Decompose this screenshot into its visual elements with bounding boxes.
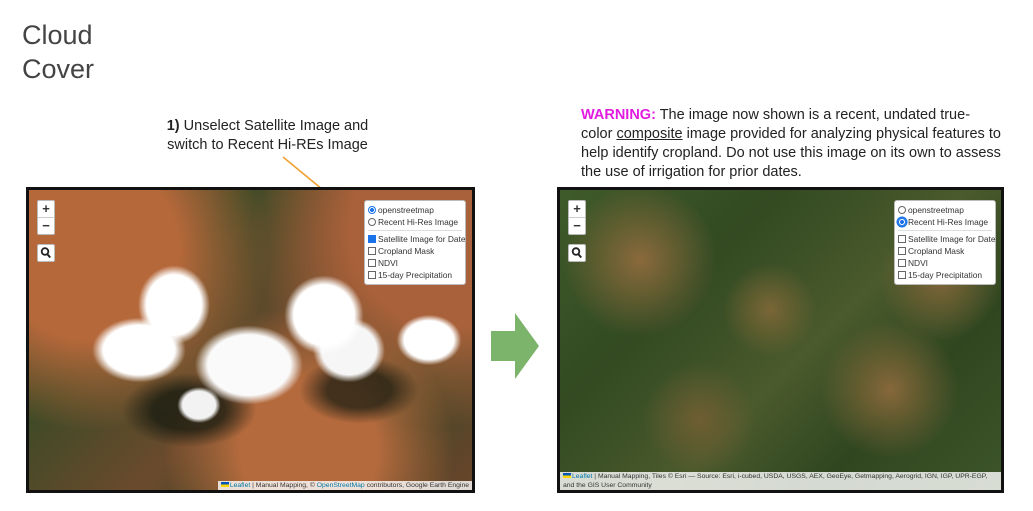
ukraine-flag-icon <box>220 482 229 487</box>
next-arrow-icon <box>491 313 539 379</box>
overlay-ndvi[interactable]: NDVI <box>368 257 465 269</box>
layer-label: NDVI <box>908 258 929 268</box>
map-attribution: Leaflet | Manual Mapping, © OpenStreetMa… <box>217 481 472 490</box>
layer-label: 15-day Precipitation <box>378 270 453 280</box>
warning-label: WARNING <box>581 107 652 123</box>
checkbox-icon[interactable] <box>898 259 906 267</box>
layer-label: openstreetmap <box>908 205 964 215</box>
layer-label: openstreetmap <box>378 205 434 215</box>
warning-text: WARNING: The image now shown is a recent… <box>581 106 1001 182</box>
layer-label: Cropland Mask <box>378 246 435 256</box>
layer-control: openstreetmap Recent Hi-Res Image Satell… <box>894 200 996 285</box>
layer-label: NDVI <box>378 258 399 268</box>
overlay-cropland-mask[interactable]: Cropland Mask <box>368 245 465 257</box>
checkbox-icon[interactable] <box>368 271 376 279</box>
layer-label: Satellite Image for Date <box>378 234 466 244</box>
zoom-in-button[interactable]: + <box>569 201 585 218</box>
ukraine-flag-icon <box>563 473 571 478</box>
base-layer-openstreetmap[interactable]: openstreetmap <box>898 204 995 216</box>
left-map[interactable]: + − openstreetmap Recent Hi-Res Image Sa… <box>26 187 475 493</box>
overlay-precipitation[interactable]: 15-day Precipitation <box>368 269 465 281</box>
magnifier-icon <box>571 247 582 259</box>
zoom-in-button[interactable]: + <box>38 201 54 218</box>
warning-underlined: composite <box>616 126 683 142</box>
overlay-precipitation[interactable]: 15-day Precipitation <box>898 269 995 281</box>
checkbox-icon[interactable] <box>368 235 376 243</box>
layer-label: Cropland Mask <box>908 246 965 256</box>
checkbox-icon[interactable] <box>898 271 906 279</box>
zoom-out-button[interactable]: − <box>569 218 585 234</box>
radio-icon[interactable] <box>898 206 906 214</box>
layer-label: Recent Hi-Res Image <box>908 217 989 227</box>
base-layer-recent-hi-res[interactable]: Recent Hi-Res Image <box>898 216 995 228</box>
map-attribution: Leaflet | Manual Mapping, Tiles © Esri —… <box>560 472 1001 490</box>
base-layer-openstreetmap[interactable]: openstreetmap <box>368 204 465 216</box>
radio-icon[interactable] <box>368 218 376 226</box>
right-map[interactable]: + − openstreetmap Recent Hi-Res Image Sa… <box>557 187 1004 493</box>
checkbox-icon[interactable] <box>368 247 376 255</box>
layer-label: 15-day Precipitation <box>908 270 983 280</box>
overlay-ndvi[interactable]: NDVI <box>898 257 995 269</box>
zoom-control: + − <box>568 200 586 235</box>
leaflet-link[interactable]: Leaflet <box>572 473 592 480</box>
attribution-text: | Manual Mapping, © <box>250 482 317 489</box>
radio-icon[interactable] <box>368 206 376 214</box>
layer-control: openstreetmap Recent Hi-Res Image Satell… <box>364 200 466 285</box>
search-button[interactable] <box>568 244 586 262</box>
layer-divider <box>368 230 462 231</box>
overlay-satellite-image[interactable]: Satellite Image for Date <box>368 233 466 245</box>
layer-divider <box>898 230 992 231</box>
checkbox-icon[interactable] <box>898 235 906 243</box>
radio-icon[interactable] <box>898 218 906 226</box>
magnifier-icon <box>40 247 51 259</box>
base-layer-recent-hi-res[interactable]: Recent Hi-Res Image <box>368 216 465 228</box>
search-button[interactable] <box>37 244 55 262</box>
layer-label: Satellite Image for Date <box>908 234 996 244</box>
attribution-end: contributors, Google Earth Engine <box>364 482 469 489</box>
overlay-cropland-mask[interactable]: Cropland Mask <box>898 245 995 257</box>
overlay-satellite-image[interactable]: Satellite Image for Date <box>898 233 996 245</box>
zoom-control: + − <box>37 200 55 235</box>
zoom-out-button[interactable]: − <box>38 218 54 234</box>
checkbox-icon[interactable] <box>368 259 376 267</box>
checkbox-icon[interactable] <box>898 247 906 255</box>
osm-link[interactable]: OpenStreetMap <box>317 482 365 489</box>
attribution-text: | Manual Mapping, Tiles © Esri — Source:… <box>563 473 988 489</box>
leaflet-link[interactable]: Leaflet <box>230 482 250 489</box>
layer-label: Recent Hi-Res Image <box>378 217 459 227</box>
